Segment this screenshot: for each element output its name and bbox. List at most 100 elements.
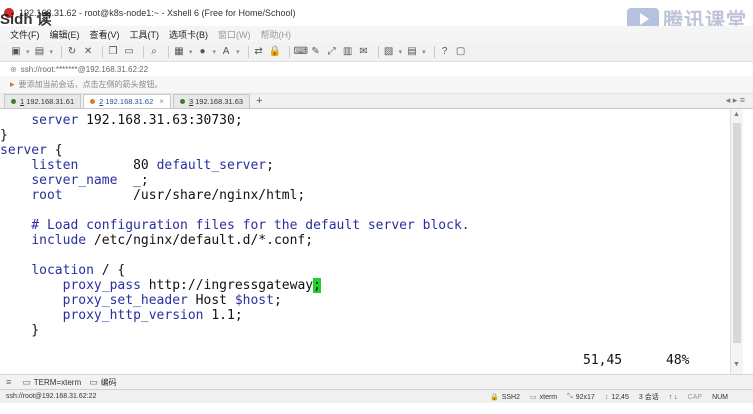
tab-label: 192.168.31.63 [195,97,244,106]
dropdown-arrow-icon[interactable]: ▾ [236,48,240,56]
toolbar-separator [433,45,435,58]
new-session-icon[interactable]: ▣ [10,46,22,58]
session-manager-icon[interactable]: ▧ [383,46,395,58]
scroll-arrows[interactable]: ↑ ↓ [669,394,678,401]
terminal-line: listen 80 default_server; [31,158,274,173]
lock-icon[interactable]: 🔒 [269,46,281,58]
add-tab-icon[interactable]: + [256,95,262,107]
keyword: default_server [156,158,267,173]
terminal-type: ▭ xterm [530,393,558,402]
encoding-icon: ▭ [89,376,98,387]
info-text: 要添加当前会话，点击左侧的箭头按钮。 [18,80,163,89]
keyword: location [31,263,94,278]
close-icon[interactable]: × [159,97,164,106]
disconnect-icon[interactable]: ✕ [82,46,94,58]
transfer-icon[interactable]: ⇄ [253,46,265,58]
keyword: proxy_pass [62,278,141,293]
tab-number: 1 [20,97,25,106]
compose-menu[interactable]: ≡ [6,377,14,387]
terminal-line: root /usr/share/nginx/html; [31,188,306,203]
status-dot-icon [11,99,16,104]
help-icon[interactable]: ? [439,46,451,58]
properties-icon[interactable]: ▦ [173,46,185,58]
terminal-line: location / { [31,263,126,278]
reconnect-icon[interactable]: ↻ [66,46,78,58]
address-bar[interactable]: ⊕ ssh://root:*******@192.168.31.62:22 [0,62,753,76]
terminal-line: include /etc/nginx/default.d/*.conf; [31,233,314,248]
terminal-type-label: xterm [539,393,558,401]
layout-icon[interactable]: ▤ [406,46,418,58]
terminal-line: server 192.168.31.63:30730; [0,113,243,128]
info-bar: ▸ 要添加当前会话，点击左侧的箭头按钮。 [0,76,753,94]
terminal-icon: ▭ [530,394,537,401]
dropdown-arrow-icon[interactable]: ▾ [422,48,426,56]
menu-help[interactable]: 帮助(H) [261,28,292,41]
dropdown-arrow-icon[interactable]: ▾ [50,48,54,56]
keyword: proxy_set_header [62,293,188,308]
search-icon[interactable]: ⌕ [148,46,160,58]
tab-session-3[interactable]: 3 192.168.31.63 [172,94,251,108]
menu-bar: 文件(F) 编辑(E) 查看(V) 工具(T) 选项卡(B) 窗口(W) 帮助(… [0,26,753,42]
compose-icon[interactable]: ✎ [310,46,322,58]
encoding[interactable]: ▭ 编码 [89,377,117,388]
tab-session-2[interactable]: 2 192.168.31.62 × [83,94,171,108]
dropdown-arrow-icon[interactable]: ▾ [399,48,403,56]
tab-session-1[interactable]: 1 192.168.31.61 [4,94,82,108]
dropdown-arrow-icon[interactable]: ▾ [26,48,30,56]
keyword: proxy_http_version [62,308,204,323]
tab-label: 192.168.31.61 [26,97,75,106]
add-session-arrow-icon[interactable]: ▸ [10,79,15,90]
line-text: 192.168.31.63:30730; [78,113,243,128]
script-icon[interactable]: ✉ [358,46,370,58]
vim-cursor-position: 51,45 [583,353,623,368]
term-type[interactable]: ▭ TERM=xterm [22,377,81,388]
menu-edit[interactable]: 编辑(E) [50,28,80,41]
open-folder-icon[interactable]: ▤ [34,46,46,58]
menu-tabs[interactable]: 选项卡(B) [169,28,208,41]
cursor-position: ↕ 12,45 [605,394,629,401]
fullscreen-icon[interactable]: ⤢ [326,46,338,58]
terminal-size-label: 92x17 [575,393,595,401]
text-cursor: ; [313,278,321,293]
tab-number: 3 [188,97,194,106]
tab-number: 2 [99,97,104,106]
terminal-line: server_name _; [31,173,149,188]
scroll-thumb[interactable] [733,123,741,343]
sftp-icon[interactable]: ▥ [342,46,354,58]
terminal-scrollbar[interactable]: ▲ ▼ [730,109,743,374]
font-icon[interactable]: A [220,46,232,58]
scroll-down-icon[interactable]: ▼ [733,361,740,368]
terminal-view[interactable]: server 192.168.31.63:30730; } server { l… [0,109,730,374]
title-bar: 192.168.31.62 - root@k8s-node1:~ - Xshel… [0,0,753,32]
tab-label: 192.168.31.62 [105,97,154,106]
tab-list-icon[interactable]: ◂ ▸ ≡ [726,95,745,106]
keyboard-icon[interactable]: ⌨ [294,46,308,58]
terminal-line: } [0,323,40,338]
toolbar-separator [288,45,290,58]
keyword: $host [234,293,274,308]
status-dot-icon [90,99,96,104]
scroll-up-icon[interactable]: ▲ [733,111,740,118]
terminal-line: } [0,128,8,143]
menu-window[interactable]: 窗口(W) [218,28,251,41]
term-type-label: TERM=xterm [33,377,82,387]
terminal-line: proxy_pass http://ingressgateway; [62,278,321,293]
menu-tools[interactable]: 工具(T) [130,28,160,41]
protocol-label: SSH2 [501,393,521,401]
toolbar-separator [143,45,145,58]
chat-icon[interactable]: ▢ [455,46,467,58]
copy-icon[interactable]: ❐ [107,46,119,58]
menu-file[interactable]: 文件(F) [10,28,40,41]
terminal-line: server { [0,143,63,158]
paste-icon[interactable]: ▭ [123,46,135,58]
cap-lock: CAP [687,393,703,401]
keyword: server_name [31,173,118,188]
address-text[interactable]: ssh://root:*******@192.168.31.62:22 [21,65,148,74]
dropdown-arrow-icon[interactable]: ▾ [189,48,193,56]
cursor-icon: ↕ [604,393,609,401]
globe-icon[interactable]: ● [197,46,209,58]
toolbar-separator [102,45,104,58]
dropdown-arrow-icon[interactable]: ▾ [213,48,217,56]
terminal-line: proxy_set_header Host $host; [62,293,282,308]
menu-view[interactable]: 查看(V) [90,28,120,41]
